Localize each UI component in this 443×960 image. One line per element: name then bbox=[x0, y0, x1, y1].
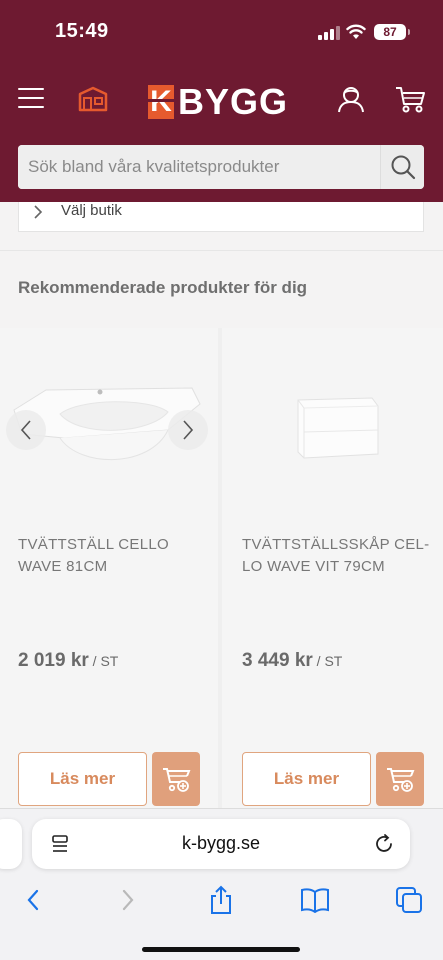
menu-icon[interactable] bbox=[18, 88, 44, 110]
address-bar[interactable]: k-bygg.se bbox=[32, 819, 410, 869]
url-text: k-bygg.se bbox=[181, 833, 261, 853]
price-value: 3 449 kr bbox=[242, 650, 313, 671]
previous-tab-preview[interactable] bbox=[0, 819, 22, 869]
product-name[interactable]: TVÄTTSTÄLLSSKÅP CEL-LO WAVE VIT 79CM bbox=[242, 534, 432, 578]
battery-level: 87 bbox=[383, 25, 397, 39]
forward-icon[interactable] bbox=[113, 885, 143, 915]
back-icon[interactable] bbox=[18, 885, 48, 915]
divider bbox=[0, 250, 443, 251]
read-more-button[interactable]: Läs mer bbox=[18, 752, 147, 806]
logo-k: K bbox=[148, 85, 174, 119]
search-bar bbox=[18, 145, 424, 189]
product-image-cabinet[interactable] bbox=[222, 368, 443, 518]
tabs-icon[interactable] bbox=[394, 885, 424, 915]
top-nav: K BYGG bbox=[0, 78, 443, 126]
store-select[interactable]: Välj butik bbox=[18, 202, 424, 232]
cart-add-icon bbox=[163, 768, 191, 792]
cart-icon[interactable] bbox=[394, 84, 426, 114]
carousel-prev-button[interactable] bbox=[6, 410, 46, 450]
user-icon[interactable] bbox=[336, 84, 366, 114]
product-name[interactable]: TVÄTTSTÄLL CELLO WAVE 81CM bbox=[18, 534, 198, 578]
product-price: 3 449 kr / ST bbox=[242, 650, 342, 672]
header: 15:49 87 K BYGG bbox=[0, 0, 443, 202]
add-to-cart-button[interactable] bbox=[376, 752, 424, 806]
search-input[interactable] bbox=[18, 145, 380, 189]
reload-icon[interactable] bbox=[372, 832, 396, 856]
price-unit: / ST bbox=[312, 653, 343, 669]
search-icon bbox=[391, 155, 415, 180]
battery-icon: 87 bbox=[374, 24, 410, 40]
carousel-next-button[interactable] bbox=[168, 410, 208, 450]
product-carousel: TVÄTTSTÄLL CELLO WAVE 81CM 2 019 kr / ST… bbox=[0, 328, 443, 810]
signal-icon bbox=[318, 26, 340, 40]
wifi-icon bbox=[346, 24, 366, 39]
store-icon[interactable] bbox=[78, 86, 108, 112]
k-bygg-logo[interactable]: K BYGG bbox=[148, 81, 289, 122]
product-card[interactable]: TVÄTTSTÄLLSSKÅP CEL-LO WAVE VIT 79CM 3 4… bbox=[222, 328, 443, 810]
home-indicator bbox=[142, 947, 300, 952]
bookmarks-icon[interactable] bbox=[300, 885, 330, 915]
product-card[interactable]: TVÄTTSTÄLL CELLO WAVE 81CM 2 019 kr / ST… bbox=[0, 328, 218, 810]
store-select-label: Välj butik bbox=[61, 202, 122, 219]
page: 15:49 87 K BYGG Sök bland våra kvalitets… bbox=[0, 0, 443, 960]
product-price: 2 019 kr / ST bbox=[18, 650, 118, 672]
cart-add-icon bbox=[387, 768, 415, 792]
price-unit: / ST bbox=[88, 653, 119, 669]
add-to-cart-button[interactable] bbox=[152, 752, 200, 806]
price-value: 2 019 kr bbox=[18, 650, 89, 671]
recommended-title: Rekommenderade produkter för dig bbox=[18, 278, 308, 297]
status-bar: 15:49 87 bbox=[0, 0, 443, 62]
chevron-left-icon bbox=[20, 420, 31, 440]
search-button[interactable] bbox=[380, 145, 424, 189]
chevron-right-icon bbox=[183, 420, 194, 440]
status-time: 15:49 bbox=[55, 20, 109, 42]
browser-chrome: k-bygg.se bbox=[0, 808, 443, 960]
share-icon[interactable] bbox=[206, 885, 236, 915]
chevron-right-icon bbox=[33, 204, 43, 225]
logo-word: BYGG bbox=[178, 81, 289, 122]
read-more-button[interactable]: Läs mer bbox=[242, 752, 371, 806]
browser-toolbar bbox=[0, 881, 443, 921]
